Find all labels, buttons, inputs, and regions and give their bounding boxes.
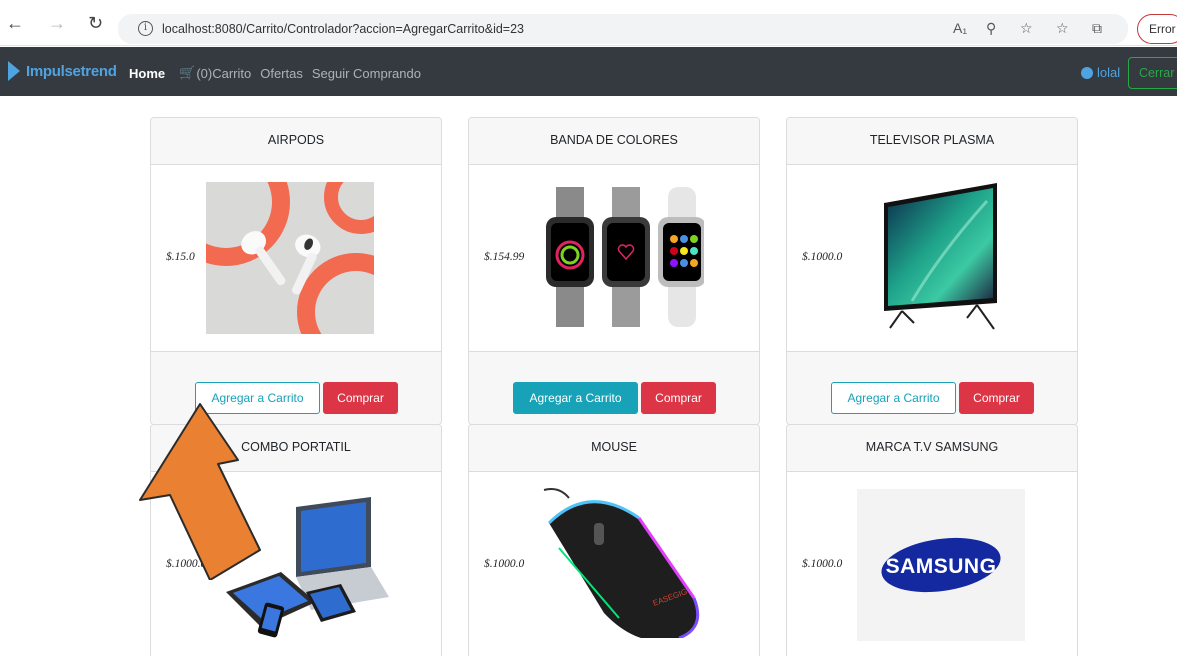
nav-cart[interactable]: 🛒 (0) Carrito (179, 65, 251, 81)
product-title: MOUSE (469, 425, 759, 472)
chevron-right-icon (8, 61, 20, 81)
brand-name: Impulsetrend (26, 62, 117, 80)
buy-button[interactable]: Comprar (323, 382, 398, 414)
collections-icon[interactable]: ⧉ (1092, 20, 1102, 37)
product-body: $.154.99 (469, 165, 759, 351)
smartwatch-image (546, 187, 704, 327)
nav-continue-shopping[interactable]: Seguir Comprando (312, 66, 421, 81)
product-card: AIRPODS $.15.0 Agregar a Carrito Comprar (150, 117, 442, 425)
product-title: BANDA DE COLORES (469, 118, 759, 165)
forward-arrow-icon[interactable]: → (48, 14, 66, 32)
error-button[interactable]: Error (1137, 14, 1177, 44)
add-to-cart-button[interactable]: Agregar a Carrito (831, 382, 956, 414)
user-name: lolal (1097, 65, 1121, 80)
read-aloud-icon[interactable]: A₁ (953, 20, 967, 36)
samsung-logo-image: SAMSUNG (857, 489, 1025, 641)
product-actions: Agregar a Carrito Comprar (469, 351, 759, 424)
nav-links: Home 🛒 (0) Carrito Ofertas Seguir Compra… (129, 65, 430, 81)
product-actions: Agregar a Carrito Comprar (787, 351, 1077, 424)
airpods-image (206, 182, 374, 334)
error-label: Error (1149, 22, 1176, 36)
top-navbar: Impulsetrend Home 🛒 (0) Carrito Ofertas … (0, 47, 1177, 96)
browser-toolbar: ← → ↻ i localhost:8080/Carrito/Controlad… (0, 0, 1177, 46)
cart-label: Carrito (212, 65, 252, 81)
brand-logo[interactable]: Impulsetrend (8, 61, 117, 81)
favorites-list-icon[interactable]: ☆ (1056, 20, 1069, 37)
back-arrow-icon[interactable]: ← (6, 14, 24, 32)
nav-home[interactable]: Home (129, 66, 165, 81)
product-title: AIRPODS (151, 118, 441, 165)
logout-button[interactable]: Cerrar (1128, 57, 1177, 89)
product-body: $.15.0 (151, 165, 441, 351)
favorite-icon[interactable]: ☆ (1020, 20, 1033, 37)
address-bar[interactable]: i localhost:8080/Carrito/Controlador?acc… (118, 14, 1128, 44)
product-card: MARCA T.V SAMSUNG $.1000.0 SAMSUNG (786, 424, 1078, 656)
info-icon[interactable]: i (138, 21, 153, 36)
product-price: $.154.99 (484, 251, 525, 263)
product-card: MOUSE $.1000.0 EASEGIG (468, 424, 760, 656)
user-icon (1081, 66, 1093, 79)
user-menu[interactable]: lolal (1081, 65, 1120, 80)
product-body: $.1000.0 EASEGIG (469, 472, 759, 656)
cart-icon: 🛒 (179, 65, 196, 80)
gaming-mouse-image: EASEGIG (543, 488, 700, 638)
url-text[interactable]: localhost:8080/Carrito/Controlador?accio… (162, 22, 524, 36)
buy-button[interactable]: Comprar (641, 382, 716, 414)
product-card: TELEVISOR PLASMA $.1000.0 Agregar a Carr… (786, 117, 1078, 425)
nav-offers[interactable]: Ofertas (260, 66, 303, 81)
add-to-cart-button[interactable]: Agregar a Carrito (513, 382, 638, 414)
logout-label: Cerrar (1139, 66, 1175, 80)
buy-button[interactable]: Comprar (959, 382, 1034, 414)
product-body: $.1000.0 SAMSUNG (787, 472, 1077, 656)
cart-count: (0) (196, 65, 213, 81)
product-price: $.1000.0 (484, 558, 525, 570)
reload-icon[interactable]: ↻ (88, 14, 103, 32)
annotation-arrow-icon (139, 403, 261, 580)
product-price: $.1000.0 (802, 251, 843, 263)
product-title: MARCA T.V SAMSUNG (787, 425, 1077, 472)
product-body: $.1000.0 (787, 165, 1077, 351)
product-price: $.15.0 (166, 251, 195, 263)
product-price: $.1000.0 (802, 558, 843, 570)
samsung-logo-text: SAMSUNG (886, 555, 997, 578)
product-card: BANDA DE COLORES $.154.99 Agregar a Carr… (468, 117, 760, 425)
television-image (884, 183, 997, 330)
zoom-icon[interactable]: ⚲ (986, 20, 996, 37)
product-title: TELEVISOR PLASMA (787, 118, 1077, 165)
